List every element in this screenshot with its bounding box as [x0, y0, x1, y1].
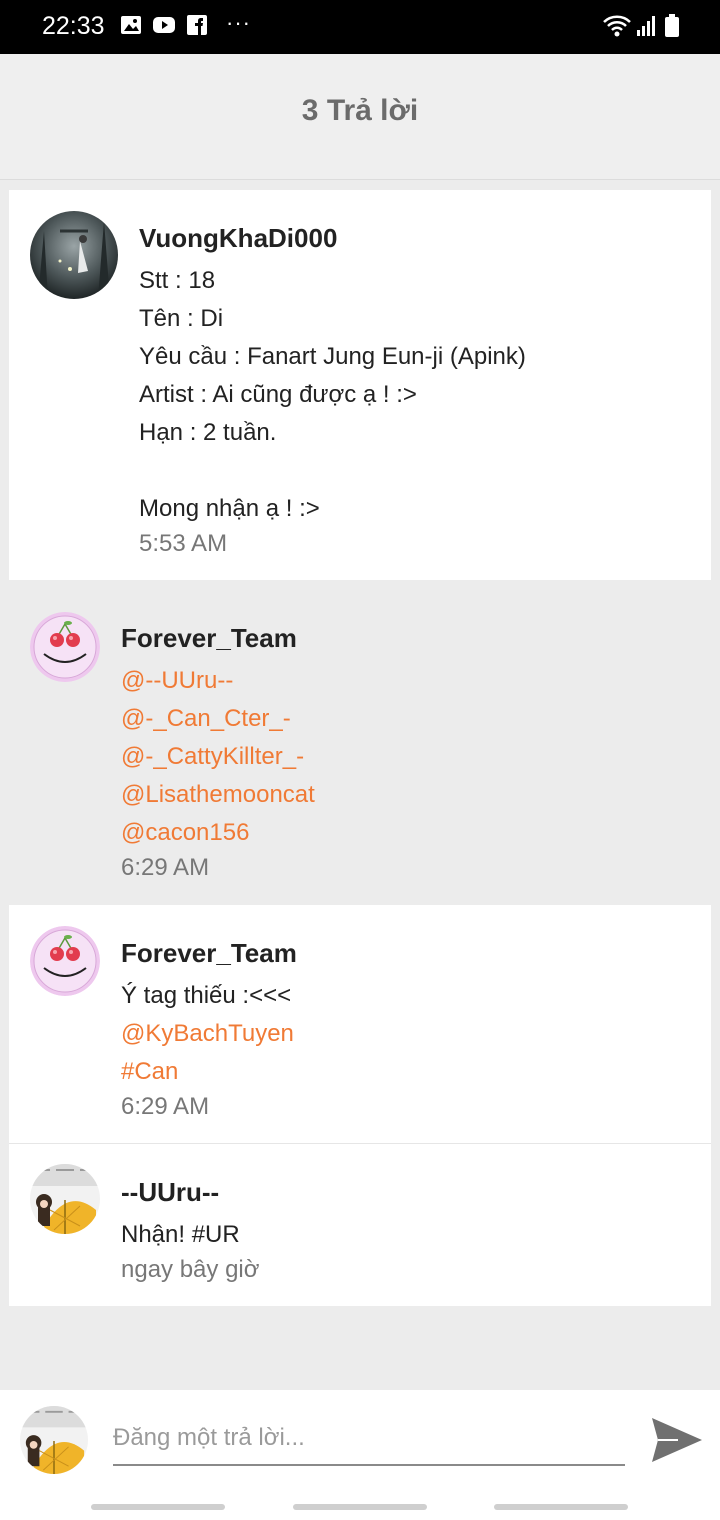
mention-link[interactable]: @KyBachTuyen — [121, 1020, 294, 1048]
recents-button[interactable] — [91, 1504, 225, 1510]
comment-text-line: Stt : 18 — [139, 267, 216, 294]
back-button[interactable] — [494, 1504, 628, 1510]
wifi-icon — [603, 15, 631, 37]
avatar[interactable] — [30, 926, 100, 996]
comment-text-line: Mong nhận ạ ! :> — [139, 495, 320, 522]
comment-text-line: Artist : Ai cũng được ạ ! :> — [139, 381, 417, 408]
manga-avatar-icon — [20, 1406, 88, 1474]
avatar[interactable] — [30, 211, 118, 299]
send-button[interactable] — [648, 1414, 704, 1466]
system-navigation-bar — [0, 1494, 720, 1520]
comment-timestamp: 6:29 AM — [121, 854, 210, 881]
comment-card — [9, 905, 711, 1306]
cherry-logo-avatar-icon — [30, 612, 100, 682]
status-bar: 22:33 ··· — [0, 0, 720, 54]
comment-timestamp: 5:53 AM — [139, 530, 228, 557]
facebook-icon — [187, 15, 207, 35]
page-title: 3 Trả lời — [301, 94, 419, 127]
replies-header: 3 Trả lời — [0, 54, 720, 180]
comment-timestamp: ngay bây giờ — [121, 1256, 260, 1283]
avatar[interactable] — [30, 612, 100, 682]
manga-avatar-icon — [30, 1164, 100, 1234]
mention-link[interactable]: @-_CattyKillter_- — [121, 743, 304, 771]
comment-author[interactable]: --UUru-- — [121, 1177, 219, 1208]
home-button[interactable] — [293, 1504, 427, 1510]
cherry-logo-avatar-icon — [30, 926, 100, 996]
comment-author[interactable]: Forever_Team — [121, 938, 297, 969]
mention-link[interactable]: @Lisathemooncat — [121, 781, 315, 809]
comment-author[interactable]: VuongKhaDi000 — [139, 223, 337, 254]
comment-text-line: Yêu cầu : Fanart Jung Eun-ji (Apink) — [139, 343, 526, 370]
forest-photo-avatar-icon — [30, 211, 118, 299]
comment-timestamp: 6:29 AM — [121, 1093, 210, 1120]
comment-text-line: Tên : Di — [139, 305, 224, 332]
comment-divider — [9, 1143, 711, 1144]
mention-link[interactable]: @--UUru-- — [121, 667, 233, 695]
current-user-avatar — [20, 1406, 88, 1474]
reply-composer — [0, 1390, 720, 1494]
mention-link[interactable]: @-_Can_Cter_- — [121, 705, 291, 733]
comment-text-line: Ý tag thiếu :<<< — [121, 982, 292, 1009]
status-time: 22:33 — [42, 12, 105, 40]
comment-text-line: Nhận! #UR — [121, 1221, 240, 1248]
more-notifications-icon: ··· — [226, 10, 251, 35]
comment-author[interactable]: Forever_Team — [121, 623, 297, 654]
send-icon — [652, 1418, 702, 1462]
youtube-icon — [153, 17, 175, 33]
avatar[interactable] — [30, 1164, 100, 1234]
hashtag-link[interactable]: #Can — [121, 1058, 178, 1086]
reply-input[interactable] — [113, 1412, 625, 1466]
mention-link[interactable]: @cacon156 — [121, 819, 249, 847]
signal-icon — [637, 16, 655, 36]
battery-icon — [665, 14, 679, 37]
comment-text-line: Hạn : 2 tuần. — [139, 419, 277, 446]
gallery-icon — [121, 16, 141, 34]
